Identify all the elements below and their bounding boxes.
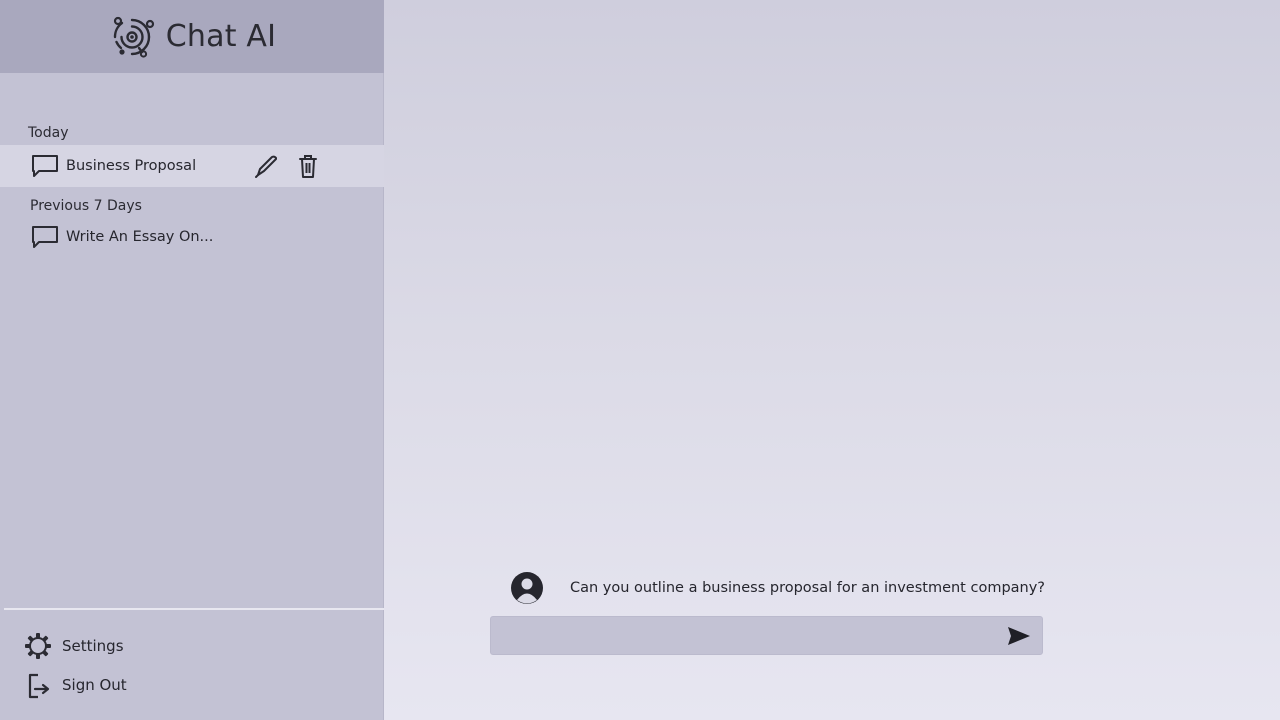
user-message-text: Can you outline a business proposal for … <box>570 580 1046 596</box>
section-label-today: Today <box>28 125 69 141</box>
app-title: Chat AI <box>165 19 277 54</box>
sidebar: Chat AI Today Business Proposal Previous… <box>0 0 384 720</box>
message-composer <box>490 616 1043 655</box>
user-avatar-icon <box>511 572 543 604</box>
sign-out-button[interactable]: Sign Out <box>24 670 127 700</box>
section-label-previous-7-days: Previous 7 Days <box>30 198 142 214</box>
chat-item-label: Write An Essay On... <box>66 229 214 245</box>
settings-button[interactable]: Settings <box>24 631 124 661</box>
sign-out-icon <box>28 673 50 699</box>
chat-item-write-an-essay[interactable]: Write An Essay On... <box>0 216 384 258</box>
user-message: Can you outline a business proposal for … <box>510 570 1045 606</box>
chat-bubble-icon <box>32 226 58 248</box>
chat-main-panel: Can you outline a business proposal for … <box>384 0 1280 720</box>
settings-label: Settings <box>62 637 124 655</box>
chat-item-business-proposal[interactable]: Business Proposal <box>0 145 384 187</box>
sign-out-label: Sign Out <box>62 676 127 694</box>
send-button[interactable] <box>1004 622 1034 650</box>
chat-item-label: Business Proposal <box>66 158 197 174</box>
message-input[interactable] <box>491 617 991 654</box>
chat-ai-logo-icon <box>113 16 154 58</box>
brand-header: Chat AI <box>0 0 384 73</box>
chat-bubble-icon <box>32 155 58 177</box>
trash-icon <box>299 155 317 178</box>
pencil-icon <box>255 155 277 178</box>
send-icon <box>1008 627 1030 645</box>
gear-icon <box>25 633 51 659</box>
rename-chat-button[interactable] <box>253 152 281 180</box>
sidebar-footer-divider <box>4 608 384 610</box>
delete-chat-button[interactable] <box>294 152 322 180</box>
